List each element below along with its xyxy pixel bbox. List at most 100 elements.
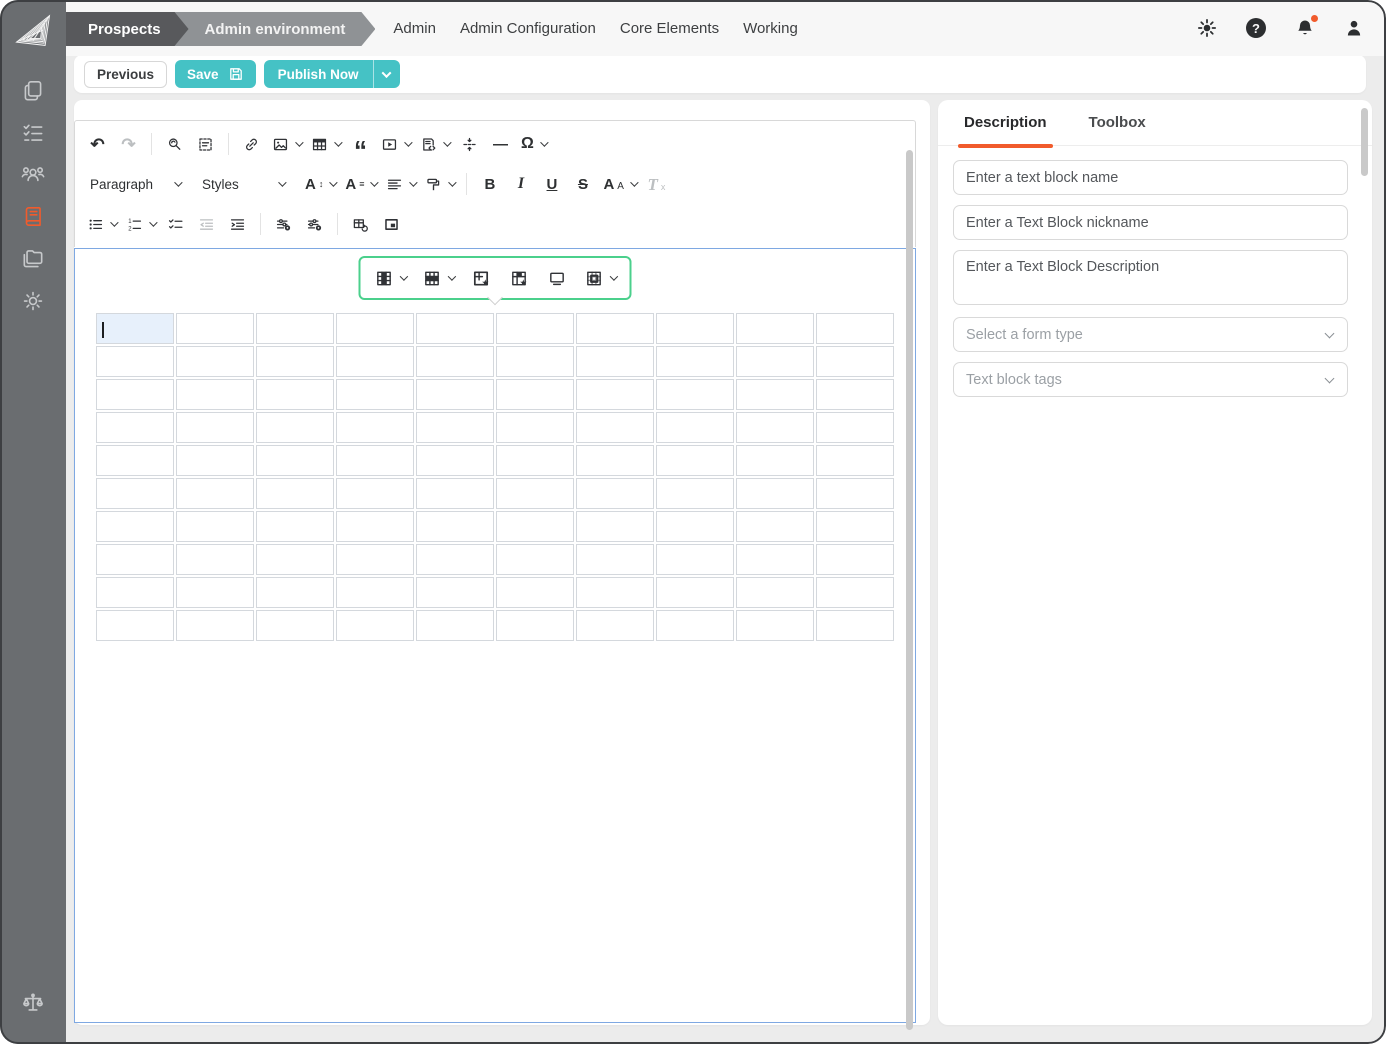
bulleted-list-button[interactable] (83, 209, 120, 239)
table-cell[interactable] (256, 610, 334, 641)
merge-cells-button[interactable]: ★ (467, 263, 496, 293)
font-size-button[interactable]: A ↕ (301, 169, 339, 199)
cell-properties-button[interactable]: ★ (505, 263, 534, 293)
table-cell[interactable] (816, 346, 894, 377)
table-cell[interactable] (816, 577, 894, 608)
font-color-button[interactable]: A A (599, 169, 640, 199)
table-cell[interactable] (816, 412, 894, 443)
table-cell[interactable] (96, 577, 174, 608)
table-cell[interactable] (736, 445, 814, 476)
alignment-button[interactable] (382, 169, 419, 199)
numbered-list-button[interactable]: 12 (122, 209, 159, 239)
table-cell[interactable] (416, 445, 494, 476)
font-family-button[interactable]: A ≡ (341, 169, 380, 199)
strikethrough-button[interactable]: S (568, 169, 597, 199)
table-cell[interactable] (176, 478, 254, 509)
table-cell[interactable] (496, 610, 574, 641)
todo-list-button[interactable] (161, 209, 190, 239)
table-cell[interactable] (176, 544, 254, 575)
insert-field-button[interactable] (269, 209, 298, 239)
insert-media-button[interactable] (377, 129, 414, 159)
table-cell[interactable] (736, 379, 814, 410)
table-cell[interactable] (496, 577, 574, 608)
nav-item-admin[interactable]: Admin (393, 20, 436, 37)
table-cell[interactable] (736, 478, 814, 509)
insert-image-button[interactable] (268, 129, 305, 159)
table-cell[interactable] (736, 511, 814, 542)
table-cell[interactable] (176, 313, 254, 344)
page-break-button[interactable] (455, 129, 484, 159)
nav-item-admin-configuration[interactable]: Admin Configuration (460, 20, 596, 37)
table-cell[interactable] (576, 412, 654, 443)
special-characters-button[interactable]: Ω (517, 129, 550, 159)
table-cell[interactable] (256, 445, 334, 476)
table-cell[interactable] (816, 511, 894, 542)
image-box-button[interactable] (377, 209, 406, 239)
table-cell[interactable] (496, 379, 574, 410)
paragraph-dropdown[interactable]: Paragraph (83, 169, 187, 199)
table-cell[interactable] (96, 445, 174, 476)
table-cell[interactable] (576, 313, 654, 344)
table-cell[interactable] (96, 544, 174, 575)
table-cell[interactable] (96, 313, 174, 344)
table-cell[interactable] (816, 445, 894, 476)
editor-content-area[interactable]: ★ ★ (74, 248, 916, 1023)
app-logo[interactable] (11, 8, 55, 57)
sidebar-item-textblocks[interactable] (12, 197, 54, 237)
theme-toggle-button[interactable] (1195, 16, 1219, 40)
table-cell[interactable] (256, 577, 334, 608)
table-cell[interactable] (336, 511, 414, 542)
table-cell[interactable] (96, 346, 174, 377)
table-cell[interactable] (576, 379, 654, 410)
table-cell[interactable] (256, 544, 334, 575)
table-cell[interactable] (736, 313, 814, 344)
table-column-button[interactable] (371, 263, 410, 293)
sidebar-item-settings[interactable] (12, 281, 54, 321)
table-cell[interactable] (656, 379, 734, 410)
table-cell[interactable] (496, 412, 574, 443)
table-cell[interactable] (416, 544, 494, 575)
table-cell[interactable] (176, 445, 254, 476)
bold-button[interactable]: B (475, 169, 504, 199)
editor-scrollbar[interactable] (906, 150, 913, 1030)
outdent-button[interactable] (192, 209, 221, 239)
table-cell[interactable] (576, 511, 654, 542)
table-cell[interactable] (96, 478, 174, 509)
table-cell[interactable] (336, 313, 414, 344)
table-cell[interactable] (496, 313, 574, 344)
sidebar-item-documents[interactable] (12, 71, 54, 111)
table-cell[interactable] (736, 346, 814, 377)
table-cell[interactable] (816, 610, 894, 641)
table-cell[interactable] (576, 478, 654, 509)
table-cell[interactable] (576, 610, 654, 641)
sidebar-item-users[interactable] (12, 155, 54, 195)
table-cell[interactable] (816, 313, 894, 344)
table-cell[interactable] (416, 313, 494, 344)
table-cell[interactable] (656, 577, 734, 608)
table-cell[interactable] (816, 544, 894, 575)
table-properties-button[interactable] (581, 263, 620, 293)
table-cell[interactable] (656, 412, 734, 443)
table-cell[interactable] (336, 412, 414, 443)
table-cell[interactable] (336, 346, 414, 377)
table-cell[interactable] (256, 379, 334, 410)
table-cell[interactable] (176, 511, 254, 542)
table-cell[interactable] (416, 577, 494, 608)
table-sync-button[interactable] (346, 209, 375, 239)
table-cell[interactable] (416, 346, 494, 377)
table-cell[interactable] (336, 478, 414, 509)
horizontal-line-button[interactable]: — (486, 129, 515, 159)
table-cell[interactable] (816, 379, 894, 410)
table-cell[interactable] (736, 577, 814, 608)
nav-item-core-elements[interactable]: Core Elements (620, 20, 719, 37)
html-embed-button[interactable] (416, 129, 453, 159)
help-button[interactable]: ? (1244, 16, 1268, 40)
highlight-button[interactable] (421, 169, 458, 199)
table-cell[interactable] (336, 379, 414, 410)
account-button[interactable] (1342, 16, 1366, 40)
table-cell[interactable] (256, 511, 334, 542)
form-type-select[interactable]: Select a form type (953, 317, 1348, 352)
table-cell[interactable] (656, 511, 734, 542)
table-cell[interactable] (496, 445, 574, 476)
breadcrumb-tab-prospects[interactable]: Prospects (66, 12, 189, 46)
